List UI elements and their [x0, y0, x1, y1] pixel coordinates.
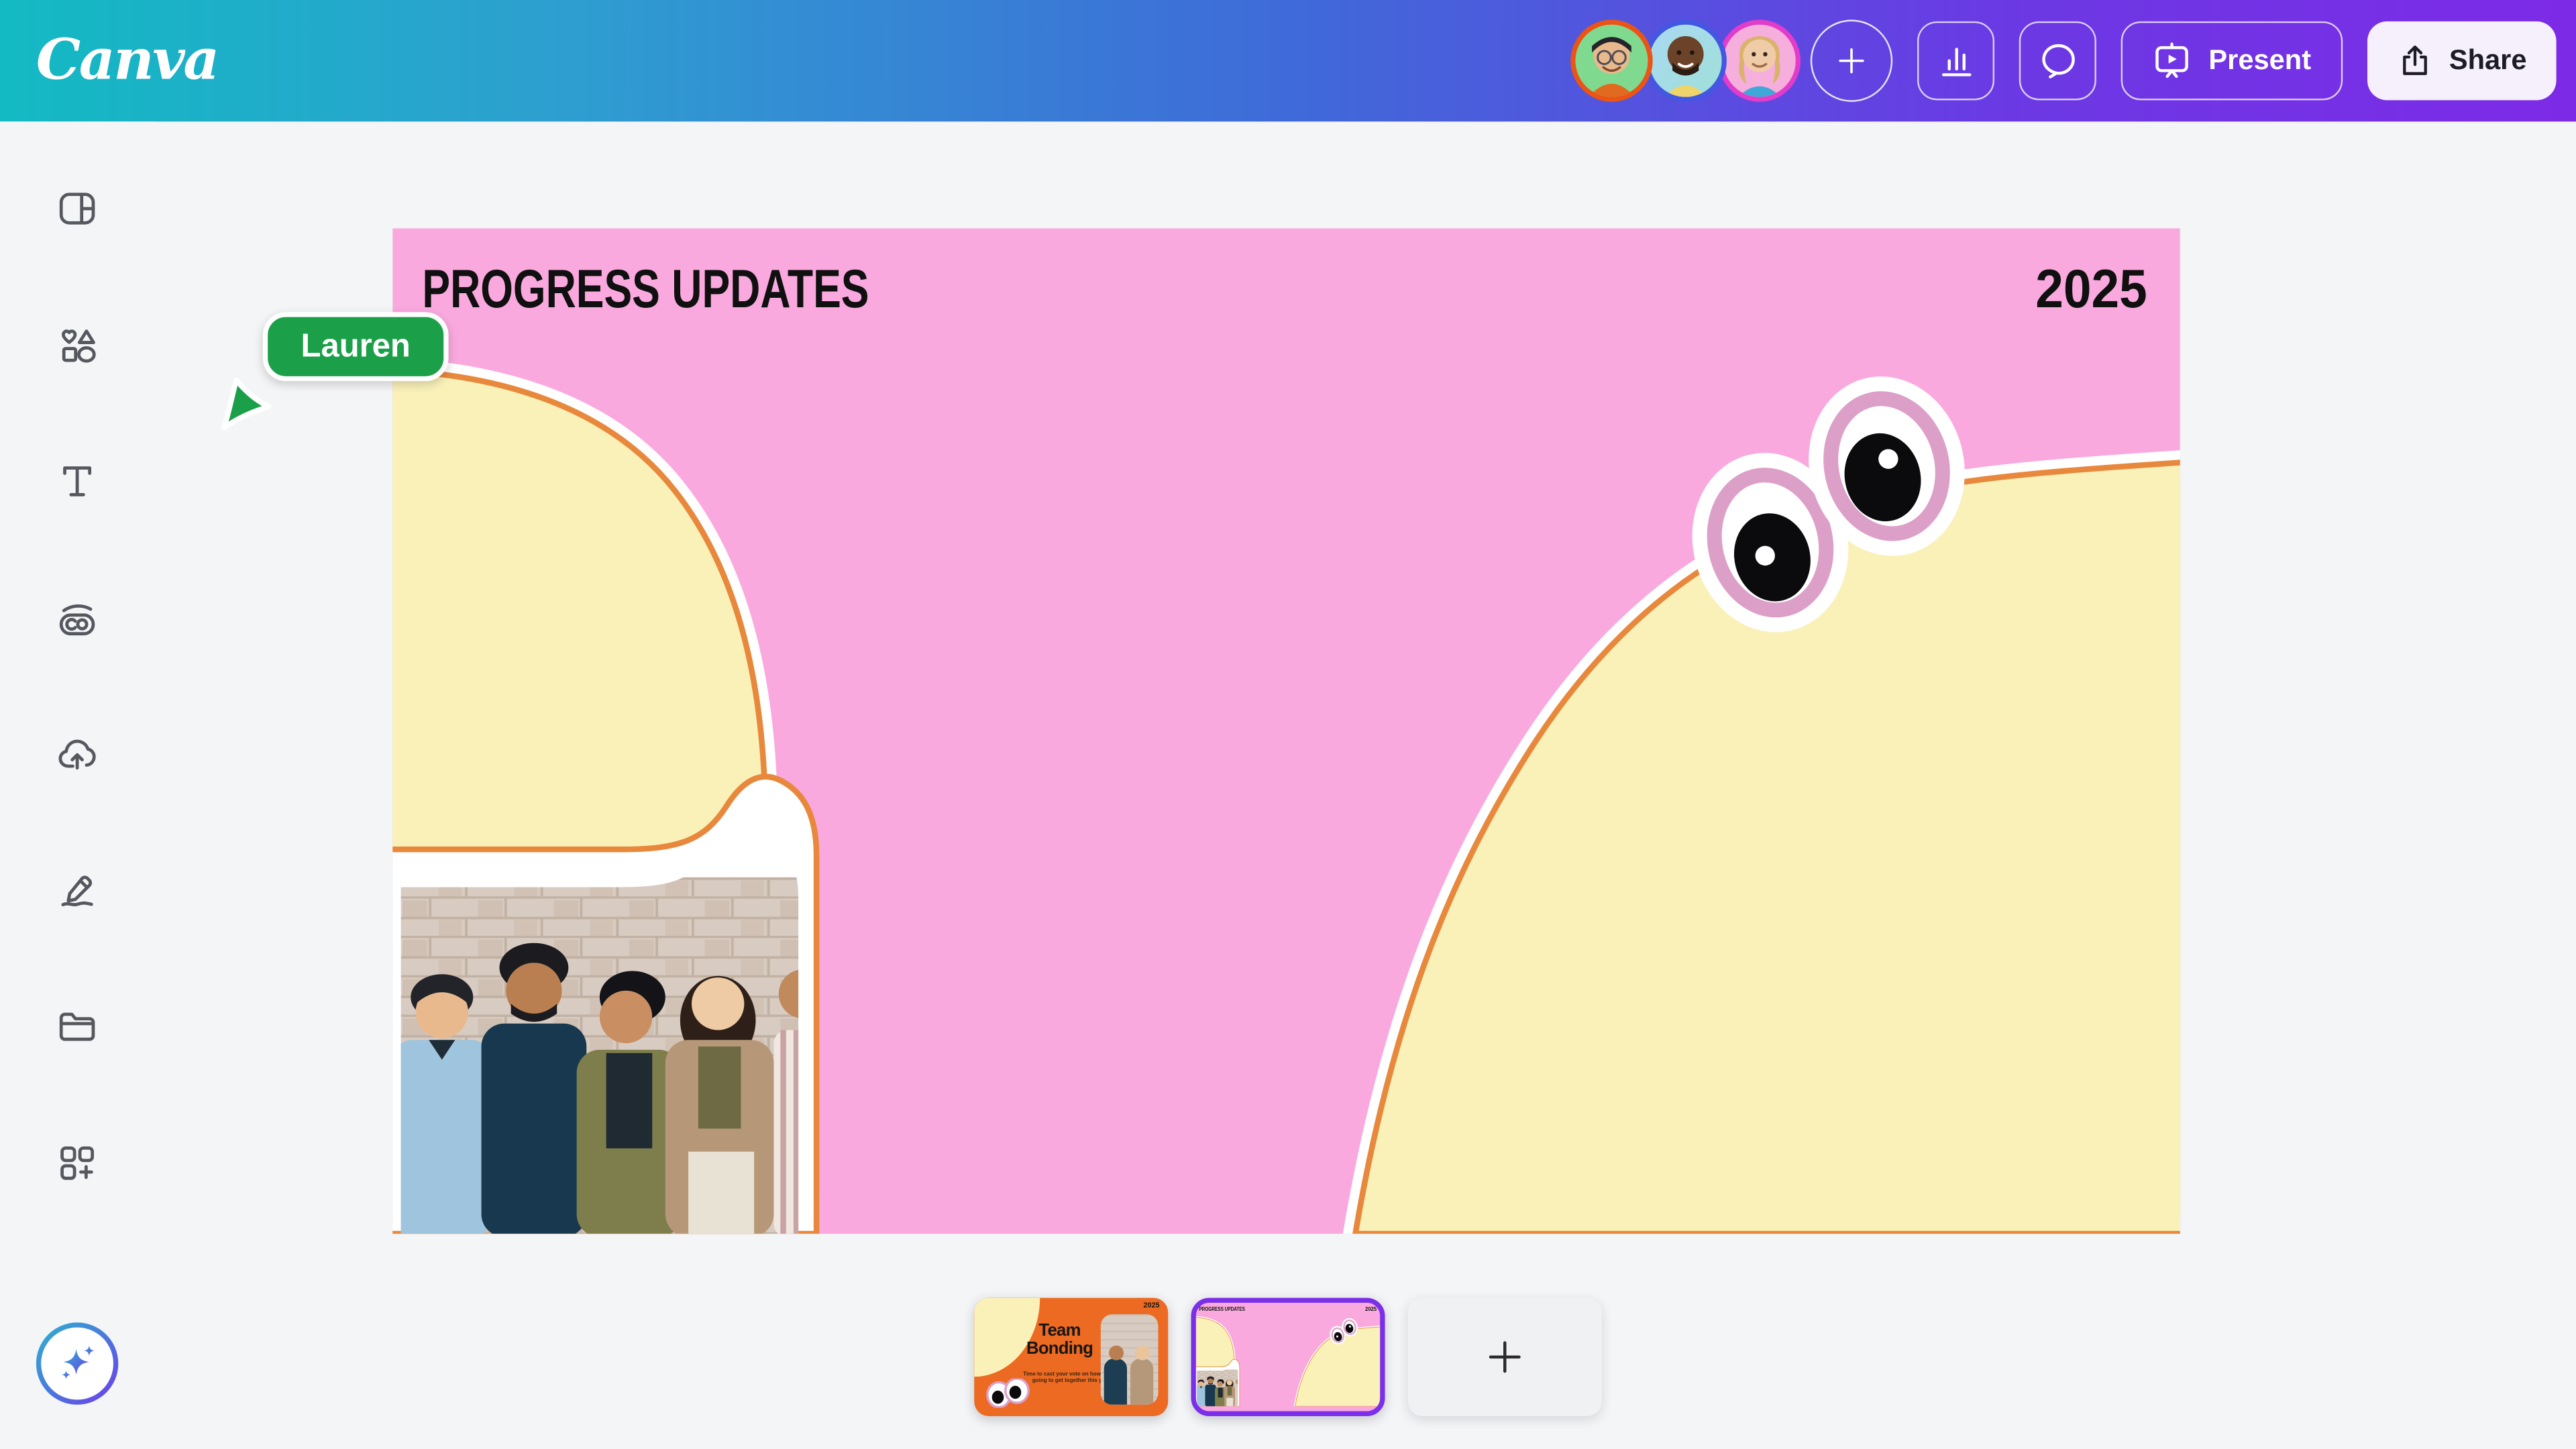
thumb1-photo-person [1130, 1358, 1153, 1405]
sidebar-item-elements[interactable] [41, 309, 113, 381]
thumb1-photo-person [1104, 1358, 1127, 1405]
thumb1-title: Team Bonding [1007, 1322, 1112, 1358]
thumb1-photo [1101, 1314, 1159, 1405]
collaborator-avatar-3[interactable] [1719, 19, 1801, 101]
sidebar-item-uploads[interactable] [41, 718, 113, 790]
sidebar-item-design[interactable] [41, 172, 113, 245]
sidebar-item-apps[interactable] [41, 1127, 113, 1199]
collaborator-avatar-2[interactable] [1645, 19, 1727, 101]
share-upload-icon [2396, 43, 2432, 79]
draw-icon [56, 869, 99, 912]
present-button[interactable]: Present [2122, 21, 2343, 101]
page-filmstrip: 2025 Team Bonding Time to cast your vote… [0, 1298, 2576, 1416]
insights-button[interactable] [1918, 21, 1995, 101]
share-button[interactable]: Share [2367, 21, 2556, 101]
cloud-upload-icon [56, 733, 99, 775]
apps-grid-icon [56, 1142, 99, 1185]
bar-chart-icon [1937, 41, 1976, 80]
add-collaborator-button[interactable] [1811, 19, 1893, 101]
avatar-1-image [1576, 25, 1648, 97]
avatar-2-image [1650, 25, 1723, 97]
slide-canvas[interactable] [392, 228, 2180, 1234]
avatar-3-image [1724, 25, 1796, 97]
page-thumbnail-1[interactable]: 2025 Team Bonding Time to cast your vote… [974, 1298, 1168, 1416]
cursor-pointer-icon [217, 371, 276, 433]
collaborator-avatars [1571, 19, 1801, 101]
plus-icon [1834, 43, 1870, 79]
sidebar: co [0, 121, 154, 1449]
present-label: Present [2208, 44, 2311, 77]
add-page-button[interactable] [1408, 1298, 1602, 1416]
sidebar-item-draw[interactable] [41, 854, 113, 926]
thumb2-artwork [1196, 1303, 1380, 1406]
top-bar-actions: Present Share [1571, 0, 2556, 121]
thumb1-googly-eyes [985, 1379, 1032, 1408]
speech-bubble-icon [2039, 41, 2078, 80]
top-bar: Canva [0, 0, 2576, 121]
sidebar-item-projects[interactable] [41, 991, 113, 1063]
collaborator-avatar-1[interactable] [1571, 19, 1653, 101]
shapes-icon [56, 323, 99, 366]
sidebar-item-text[interactable] [41, 445, 113, 518]
share-label: Share [2449, 44, 2527, 77]
presentation-icon [2153, 41, 2192, 80]
canva-editor: Canva [0, 0, 2576, 1449]
brand-co-icon: co [56, 596, 99, 639]
canva-logo[interactable]: Canva [36, 28, 218, 94]
slide-render [392, 228, 2180, 1234]
layout-icon [56, 187, 99, 230]
text-icon [56, 460, 99, 503]
page-thumbnail-2-selected[interactable] [1191, 1298, 1385, 1416]
comments-button[interactable] [2020, 21, 2097, 101]
plus-icon [1483, 1336, 1526, 1379]
sidebar-item-brand[interactable]: co [41, 582, 113, 654]
folder-icon [56, 1006, 99, 1049]
thumb1-year: 2025 [1144, 1301, 1160, 1309]
